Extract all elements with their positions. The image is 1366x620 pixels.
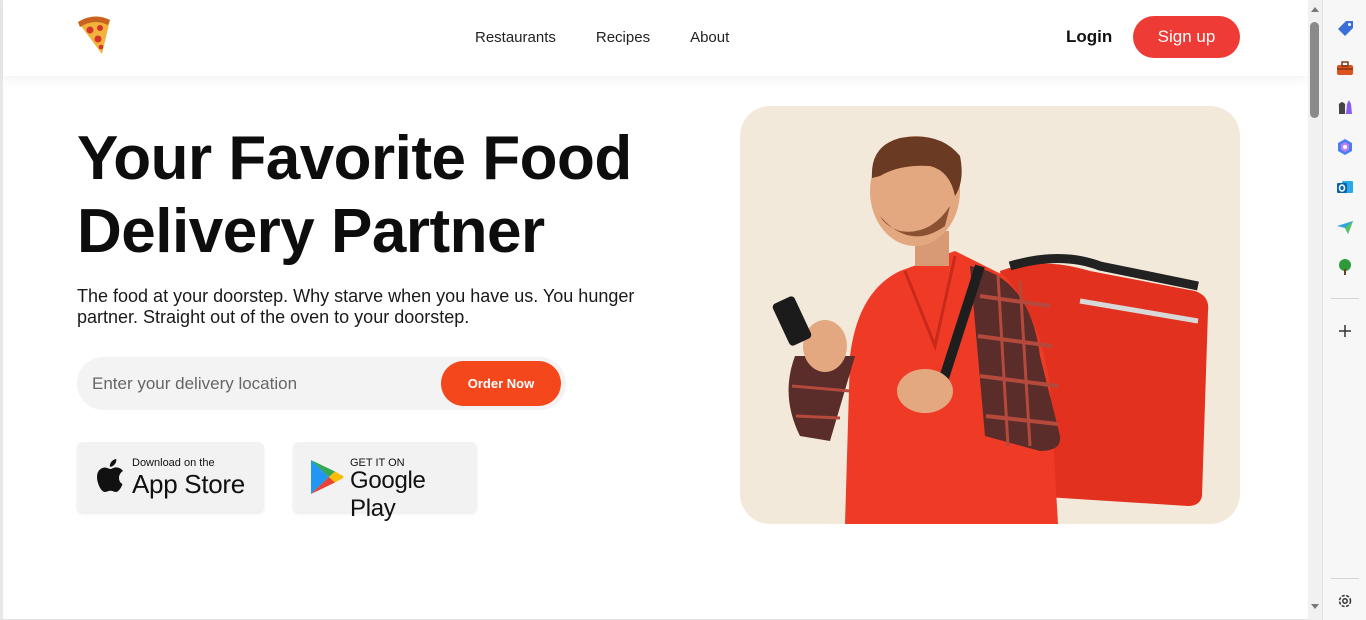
outlook-icon[interactable] (1335, 177, 1355, 197)
toolbox-icon[interactable] (1335, 58, 1355, 78)
delivery-location-input[interactable] (92, 371, 422, 397)
side-panel-divider (1331, 298, 1359, 299)
side-panel-divider-bottom (1331, 578, 1359, 579)
app-store-big-text: App Store (132, 469, 245, 499)
google-play-button[interactable]: GET IT ON Google Play (293, 442, 477, 522)
nav-about[interactable]: About (690, 29, 729, 47)
order-now-button[interactable]: Order Now (441, 361, 561, 406)
plus-icon[interactable] (1335, 321, 1355, 341)
signup-button[interactable]: Sign up (1133, 16, 1240, 58)
browser-page: Restaurants Recipes About Login Sign up … (0, 0, 1308, 620)
site-header: Restaurants Recipes About Login Sign up (3, 0, 1308, 76)
app-store-button[interactable]: Download on the App Store (77, 442, 264, 512)
google-play-big-text: Google Play (350, 467, 426, 522)
app-store-small-text: Download on the (132, 457, 215, 469)
browser-side-panel (1322, 0, 1366, 620)
location-search: Order Now (77, 357, 566, 410)
apple-icon (97, 459, 123, 492)
google-play-icon (311, 460, 344, 494)
main-nav: Restaurants Recipes About (475, 29, 769, 47)
hero-subtitle: The food at your doorstep. Why starve wh… (77, 286, 635, 327)
copilot-icon[interactable] (1335, 137, 1355, 157)
hero-title: Your Favorite Food Delivery Partner (77, 122, 697, 268)
chess-icon[interactable] (1335, 97, 1355, 117)
page-scrollbar[interactable] (1308, 0, 1322, 620)
settings-icon[interactable] (1335, 591, 1355, 611)
delivery-man-illustration (772, 136, 1209, 524)
hero-image (740, 106, 1240, 524)
nav-recipes[interactable]: Recipes (596, 29, 650, 47)
send-icon[interactable] (1335, 217, 1355, 237)
tag-icon[interactable] (1335, 18, 1355, 38)
login-link[interactable]: Login (1066, 27, 1112, 47)
tree-icon[interactable] (1335, 257, 1355, 277)
nav-restaurants[interactable]: Restaurants (475, 29, 556, 47)
hero-title-line1: Your Favorite Food (77, 124, 632, 193)
scroll-down-arrow-icon[interactable] (1311, 604, 1319, 609)
scroll-thumb[interactable] (1310, 22, 1319, 118)
pizza-slice-icon[interactable] (74, 14, 112, 56)
hero-title-line2: Delivery Partner (77, 197, 545, 266)
scroll-up-arrow-icon[interactable] (1311, 7, 1319, 12)
